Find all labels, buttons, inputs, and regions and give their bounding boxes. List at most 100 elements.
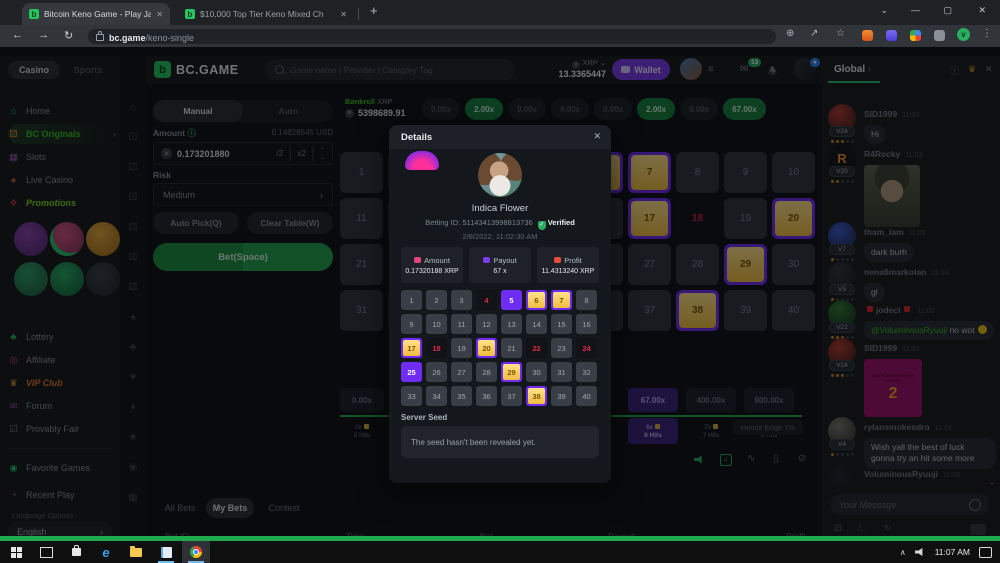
chrome-icon[interactable] [182, 541, 210, 563]
keno-cell-number: 6 [528, 292, 545, 308]
forward-icon[interactable]: → [38, 29, 49, 41]
notes-app-icon[interactable] [152, 541, 180, 563]
bookmark-star-icon[interactable]: ☆ [836, 28, 845, 39]
keno-cell-number: 38 [528, 388, 545, 404]
keno-cell-22: 22 [526, 338, 547, 358]
hat-icon [554, 257, 561, 263]
player-avatar[interactable] [478, 153, 522, 197]
keno-cell-39: 39 [551, 386, 572, 406]
clock[interactable]: 11:07 AM [935, 547, 970, 557]
keno-cell-15: 15 [551, 314, 572, 334]
windows-taskbar: e ∧ 11:07 AM [0, 541, 1000, 563]
bet-details-modal: Details ✕ Indica Flower Betting ID: 5114… [389, 125, 611, 483]
zoom-icon[interactable]: ⊕ [786, 28, 794, 39]
keno-cell-20: 20 [476, 338, 497, 358]
url-host: bc.game [109, 33, 146, 43]
close-button[interactable]: ✕ [978, 5, 986, 16]
keno-cell-number: 17 [403, 340, 420, 356]
tray-chevron-icon[interactable]: ∧ [900, 548, 906, 557]
keno-cell-16: 16 [576, 314, 597, 334]
keno-cell-36: 36 [476, 386, 497, 406]
keno-cell-11: 11 [451, 314, 472, 334]
minimize-button[interactable]: — [911, 5, 920, 15]
keno-cell-21: 21 [501, 338, 522, 358]
new-tab-button[interactable]: + [370, 3, 378, 18]
keno-cell-3: 3 [451, 290, 472, 310]
browser-tab-1[interactable]: b Bitcoin Keno Game - Play Jacks o ✕ [22, 3, 170, 25]
bcgame-favicon: b [185, 9, 195, 19]
keno-cell-5: 5 [501, 290, 522, 310]
task-view-icon[interactable] [32, 541, 60, 563]
tab-close-icon[interactable]: ✕ [340, 10, 347, 19]
share-icon[interactable]: ↗ [810, 28, 818, 39]
keno-cell-35: 35 [451, 386, 472, 406]
bet-date: 2/8/2022, 11:02:30 AM [389, 232, 611, 241]
betting-id-value: 51143413998813736 [462, 218, 532, 227]
extension-icon[interactable] [886, 30, 897, 41]
keno-cell-29: 29 [501, 362, 522, 382]
refresh-icon[interactable]: ↻ [64, 29, 73, 42]
keno-cell-31: 31 [551, 362, 572, 382]
modal-body: Indica Flower Betting ID: 51143413998813… [389, 149, 611, 483]
modal-title: Details [401, 132, 432, 143]
keno-cell-number: 29 [503, 364, 520, 380]
webpage: b BC.GAME Game name | Provider | Categor… [0, 47, 1000, 541]
tab-title: Bitcoin Keno Game - Play Jacks o [44, 9, 151, 19]
keno-cell-37: 37 [501, 386, 522, 406]
stat-card-label: Payout [483, 256, 516, 265]
profile-avatar[interactable]: v [957, 28, 970, 41]
bet-stat-cards: Amount0.17320188 XRPPayout67 xProfit11.4… [401, 247, 599, 283]
store-icon[interactable] [62, 541, 90, 563]
keno-cell-12: 12 [476, 314, 497, 334]
file-explorer-icon[interactable] [122, 541, 150, 563]
keno-cell-8: 8 [576, 290, 597, 310]
keno-cell-13: 13 [501, 314, 522, 334]
keno-cell-38: 38 [526, 386, 547, 406]
action-center-icon[interactable] [979, 547, 992, 558]
keno-cell-17: 17 [401, 338, 422, 358]
bcgame-favicon: b [29, 9, 39, 19]
keno-cell-number: 7 [553, 292, 570, 308]
keno-cell-32: 32 [576, 362, 597, 382]
browser-tab-2[interactable]: b $10,000 Top Tier Keno Mixed Ch ✕ [178, 3, 354, 25]
keno-cell-2: 2 [426, 290, 447, 310]
modal-keno-grid: 1234567891011121314151617181920212223242… [401, 290, 597, 406]
keno-cell-28: 28 [476, 362, 497, 382]
menu-dots-icon[interactable]: ⋮ [982, 28, 992, 39]
start-button[interactable] [2, 541, 30, 563]
browser-tabstrip: b Bitcoin Keno Game - Play Jacks o ✕ b $… [0, 0, 1000, 25]
wallet-icon [483, 257, 490, 263]
keno-cell-27: 27 [451, 362, 472, 382]
screen: b Bitcoin Keno Game - Play Jacks o ✕ b $… [0, 0, 1000, 563]
stat-card-payout: Payout 67 x [469, 247, 531, 283]
extensions-puzzle-icon[interactable] [934, 30, 945, 41]
partial-sticker [405, 151, 439, 170]
lock-icon [96, 34, 104, 41]
maximize-button[interactable]: ▢ [943, 5, 952, 16]
tab-close-icon[interactable]: ✕ [156, 10, 163, 19]
stat-card-label: Profit [554, 256, 582, 265]
volume-icon[interactable] [915, 548, 926, 557]
keno-cell-1: 1 [401, 290, 422, 310]
keno-cell-number: 20 [478, 340, 495, 356]
keno-cell-18: 18 [426, 338, 447, 358]
server-seed-label: Server Seed [401, 413, 447, 422]
keno-cell-19: 19 [451, 338, 472, 358]
apps-grid-icon[interactable] [910, 30, 921, 41]
keno-cell-24: 24 [576, 338, 597, 358]
keno-cell-7: 7 [551, 290, 572, 310]
extension-icon[interactable] [862, 30, 873, 41]
back-icon[interactable]: ← [12, 29, 23, 41]
keno-cell-34: 34 [426, 386, 447, 406]
keno-cell-33: 33 [401, 386, 422, 406]
stat-card-value: 67 x [493, 268, 506, 275]
address-bar[interactable]: bc.game/keno-single [88, 29, 776, 44]
keno-cell-25: 25 [401, 362, 422, 382]
modal-close-icon[interactable]: ✕ [593, 131, 601, 142]
stat-card-value: 0.17320188 XRP [405, 268, 458, 275]
edge-icon[interactable]: e [92, 541, 120, 563]
player-name: Indica Flower [389, 203, 611, 214]
keno-cell-30: 30 [526, 362, 547, 382]
tab-search-icon[interactable]: ⌄ [880, 5, 888, 16]
url-path: /keno-single [146, 33, 195, 43]
